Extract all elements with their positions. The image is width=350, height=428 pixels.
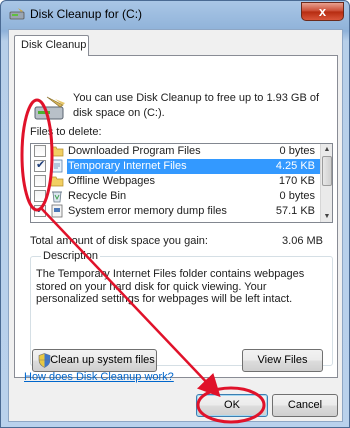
list-item[interactable]: Downloaded Program Files 0 bytes bbox=[31, 144, 321, 159]
folder-icon bbox=[50, 146, 64, 157]
title-bar[interactable]: Disk Cleanup for (C:) x bbox=[1, 1, 349, 29]
cancel-label: Cancel bbox=[287, 399, 323, 411]
item-name: System error memory dump files bbox=[68, 205, 227, 217]
total-space-label: Total amount of disk space you gain: bbox=[30, 235, 208, 247]
item-size: 57.1 KB bbox=[275, 205, 315, 217]
item-name: Offline Webpages bbox=[68, 175, 156, 187]
scroll-thumb[interactable] bbox=[322, 156, 332, 186]
item-size: 4.25 KB bbox=[275, 160, 315, 172]
checkbox[interactable] bbox=[34, 203, 46, 217]
tab-panel: You can use Disk Cleanup to free up to 1… bbox=[14, 55, 338, 378]
scroll-up-icon[interactable]: ▲ bbox=[322, 144, 332, 155]
total-space-value: 3.06 MB bbox=[282, 235, 323, 247]
tab-label: Disk Cleanup bbox=[21, 39, 87, 51]
ok-label: OK bbox=[224, 399, 240, 411]
item-name: Temporary Internet Files bbox=[68, 160, 187, 172]
item-name: Recycle Bin bbox=[68, 190, 127, 202]
list-scrollbar[interactable]: ▲ ▼ bbox=[320, 144, 332, 222]
window-title: Disk Cleanup for (C:) bbox=[30, 7, 143, 21]
temp-file-icon bbox=[51, 159, 63, 173]
item-size: 0 bytes bbox=[279, 145, 315, 157]
description-title: Description bbox=[41, 250, 101, 262]
clean-up-system-files-label: Clean up system files bbox=[50, 354, 155, 366]
drive-cleanup-icon bbox=[34, 96, 65, 120]
clean-up-system-files-button[interactable]: Clean up system files bbox=[32, 349, 157, 372]
system-file-icon bbox=[51, 204, 63, 218]
checkbox[interactable] bbox=[34, 175, 46, 187]
dialog-client-area: Disk Cleanup You can use Disk Cleanup to… bbox=[8, 29, 343, 422]
shield-icon bbox=[38, 353, 51, 368]
checkbox[interactable] bbox=[34, 158, 46, 172]
list-item[interactable]: Temporary Internet Files 4.25 KB bbox=[31, 158, 321, 174]
how-does-disk-cleanup-work-link[interactable]: How does Disk Cleanup work? bbox=[24, 371, 174, 383]
view-files-button[interactable]: View Files bbox=[242, 349, 323, 372]
close-icon: x bbox=[318, 4, 327, 19]
description-text: The Temporary Internet Files folder cont… bbox=[36, 268, 305, 305]
scroll-down-icon[interactable]: ▼ bbox=[322, 211, 332, 222]
cancel-button[interactable]: Cancel bbox=[272, 394, 338, 417]
files-list[interactable]: Downloaded Program Files 0 bytes Tempora… bbox=[30, 143, 333, 223]
ok-button[interactable]: OK bbox=[196, 394, 268, 417]
list-item[interactable]: Recycle Bin 0 bytes bbox=[31, 189, 321, 204]
disk-cleanup-icon bbox=[9, 8, 25, 20]
disk-cleanup-window: Disk Cleanup for (C:) x Disk Cleanup You… bbox=[0, 0, 350, 428]
checkbox[interactable] bbox=[34, 145, 46, 157]
item-name: Downloaded Program Files bbox=[68, 145, 201, 157]
folder-icon bbox=[50, 176, 64, 187]
item-size: 0 bytes bbox=[279, 190, 315, 202]
list-item[interactable]: System error memory dump files 57.1 KB bbox=[31, 203, 321, 219]
item-size: 170 KB bbox=[278, 175, 315, 187]
intro-text: You can use Disk Cleanup to free up to 1… bbox=[73, 92, 320, 119]
view-files-label: View Files bbox=[257, 354, 308, 366]
checkbox[interactable] bbox=[34, 190, 46, 202]
files-to-delete-label: Files to delete: bbox=[30, 126, 102, 138]
close-button[interactable]: x bbox=[301, 2, 344, 21]
tab-disk-cleanup[interactable]: Disk Cleanup bbox=[14, 35, 89, 56]
recycle-bin-icon bbox=[52, 191, 62, 203]
list-item[interactable]: Offline Webpages 170 KB bbox=[31, 174, 321, 189]
